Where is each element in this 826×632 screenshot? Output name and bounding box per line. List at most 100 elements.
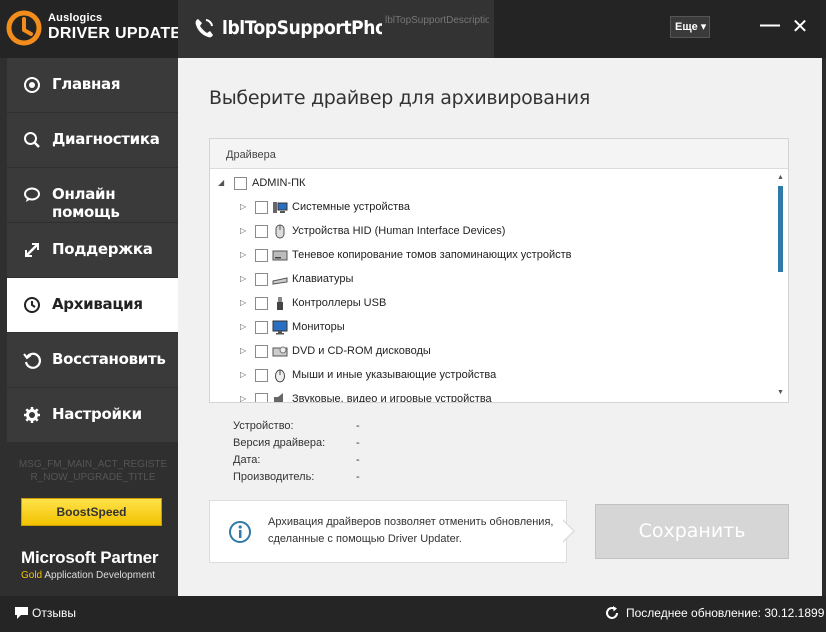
tree-row[interactable]: ▷ Теневое копирование томов запоминающих… xyxy=(210,244,770,268)
tree-row[interactable]: ▷ Контроллеры USB xyxy=(210,292,770,316)
support-phone-label: lblTopSupportPhor xyxy=(222,17,382,39)
feedback-link[interactable]: Отзывы xyxy=(32,606,76,620)
tree-row[interactable]: ▷ Клавиатуры xyxy=(210,268,770,292)
tree-row-label: DVD и CD-ROM дисководы xyxy=(292,345,431,357)
expand-arrow-icon[interactable]: ▷ xyxy=(240,298,250,308)
search-icon xyxy=(24,132,40,148)
chat-icon xyxy=(24,187,40,202)
monitor-icon xyxy=(272,320,288,335)
title-bar: Auslogics DRIVER UPDATER lblTopSupportPh… xyxy=(0,0,826,58)
tree-checkbox[interactable] xyxy=(255,345,268,358)
tree-row-label: ADMIN-ПК xyxy=(252,177,306,189)
boostspeed-button[interactable]: BoostSpeed xyxy=(21,498,162,526)
partner-sub: Application Development xyxy=(42,570,155,581)
sidebar-item-restore[interactable]: Восстановить xyxy=(7,333,178,387)
usb-icon xyxy=(277,297,283,310)
tree-row-label: Устройства HID (Human Interface Devices) xyxy=(292,225,506,237)
tree-checkbox[interactable] xyxy=(255,297,268,310)
brand-company: Auslogics xyxy=(48,12,103,24)
tree-row[interactable]: ▷ DVD и CD-ROM дисководы xyxy=(210,340,770,364)
info-icon xyxy=(229,521,251,543)
sidebar-item-label: Восстановить xyxy=(52,350,166,368)
expand-arrow-icon[interactable]: ▷ xyxy=(240,394,250,402)
tree-header: Драйвера xyxy=(210,139,788,169)
mouse-icon xyxy=(275,369,285,383)
save-button[interactable]: Сохранить xyxy=(595,504,789,559)
status-bar: Отзывы Последнее обновление: 30.12.1899 xyxy=(0,596,826,632)
sidebar-item-label: Поддержка xyxy=(52,240,153,258)
upgrade-note: MSG_FM_MAIN_ACT_REGISTER_NOW_UPGRADE_TIT… xyxy=(18,459,168,483)
expand-arrow-icon[interactable]: ▷ xyxy=(240,202,250,212)
tree-checkbox[interactable] xyxy=(255,321,268,334)
sidebar-item-diagnostics[interactable]: Диагностика xyxy=(7,113,178,167)
scroll-down-icon[interactable]: ▼ xyxy=(777,389,784,396)
prop-value: - xyxy=(356,471,360,483)
expand-arrow-icon[interactable]: ▷ xyxy=(240,250,250,260)
sidebar-item-home[interactable]: Главная xyxy=(7,58,178,112)
more-menu-button[interactable]: Еще ▾ xyxy=(670,16,710,38)
tree-row[interactable]: ▷ Мониторы xyxy=(210,316,770,340)
tree-checkbox[interactable] xyxy=(255,393,268,402)
driver-tree-panel: Драйвера ◢ ADMIN-ПК ▷ Системные устройст… xyxy=(209,138,789,403)
hid-icon xyxy=(275,224,285,239)
auslogics-logo-icon xyxy=(6,10,42,46)
expand-arrow-icon[interactable]: ▷ xyxy=(240,370,250,380)
sidebar-item-label: Диагностика xyxy=(52,130,160,148)
tree-checkbox[interactable] xyxy=(255,369,268,382)
tree-row[interactable]: ▷ Системные устройства xyxy=(210,196,770,220)
support-phone-description: lblTopSupportDescription xyxy=(385,15,489,26)
close-button[interactable]: ✕ xyxy=(788,14,812,40)
tree-row-root[interactable]: ◢ ADMIN-ПК xyxy=(210,172,770,196)
prop-key: Производитель: xyxy=(233,471,315,483)
tree-checkbox[interactable] xyxy=(255,249,268,262)
storage-icon xyxy=(272,250,288,261)
microsoft-partner-badge: Microsoft Partner Gold Application Devel… xyxy=(21,548,159,581)
collapse-arrow-icon[interactable]: ◢ xyxy=(218,178,228,188)
feedback-icon[interactable] xyxy=(15,607,28,619)
prop-driver-version: Версия драйвера: - xyxy=(233,437,433,454)
clock-icon xyxy=(24,297,40,313)
tree-header-label: Драйвера xyxy=(226,149,276,161)
expand-arrow-icon[interactable]: ▷ xyxy=(240,226,250,236)
home-icon xyxy=(24,77,40,93)
scroll-thumb[interactable] xyxy=(778,186,783,272)
partner-title: Microsoft Partner xyxy=(21,548,159,567)
sidebar-item-settings[interactable]: Настройки xyxy=(7,388,178,442)
sidebar-item-backup[interactable]: Архивация xyxy=(7,278,178,332)
main-content: Выберите драйвер для архивирования Драйв… xyxy=(178,58,822,596)
expand-arrow-icon[interactable]: ▷ xyxy=(240,346,250,356)
expand-arrow-icon[interactable]: ▷ xyxy=(240,274,250,284)
support-phone-panel[interactable]: lblTopSupportPhor lblTopSupportDescripti… xyxy=(178,0,494,58)
tree-row[interactable]: ▷ Устройства HID (Human Interface Device… xyxy=(210,220,770,244)
prop-value: - xyxy=(356,454,360,466)
prop-key: Дата: xyxy=(233,454,261,466)
tree-row[interactable]: ▷ Мыши и иные указывающие устройства xyxy=(210,364,770,388)
tree-row-label: Теневое копирование томов запоминающих у… xyxy=(292,249,572,261)
tree-row-label: Мыши и иные указывающие устройства xyxy=(292,369,497,381)
sidebar-item-label: Настройки xyxy=(52,405,142,423)
tree-checkbox[interactable] xyxy=(255,201,268,214)
info-box: Архивация драйверов позволяет отменить о… xyxy=(209,500,567,563)
prop-manufacturer: Производитель: - xyxy=(233,471,433,488)
info-text: Архивация драйверов позволяет отменить о… xyxy=(268,516,554,545)
tree-scrollbar[interactable]: ▲ ▼ xyxy=(774,170,788,402)
tree-checkbox[interactable] xyxy=(234,177,247,190)
driver-tree[interactable]: ◢ ADMIN-ПК ▷ Системные устройства ▷ Устр… xyxy=(210,170,774,402)
tree-checkbox[interactable] xyxy=(255,273,268,286)
sidebar-item-support[interactable]: Поддержка xyxy=(7,223,178,277)
tree-row[interactable]: ▷ Звуковые, видео и игровые устройства xyxy=(210,388,770,402)
scroll-up-icon[interactable]: ▲ xyxy=(777,174,784,181)
prop-date: Дата: - xyxy=(233,454,433,471)
sidebar-item-label: Главная xyxy=(52,75,121,93)
sidebar-item-online-help[interactable]: Онлайн помощь xyxy=(7,168,178,222)
tree-checkbox[interactable] xyxy=(255,225,268,238)
restore-icon xyxy=(23,352,41,369)
minimize-button[interactable]: — xyxy=(758,14,782,40)
expand-arrow-icon[interactable]: ▷ xyxy=(240,322,250,332)
prop-key: Версия драйвера: xyxy=(233,437,326,449)
brand-product: DRIVER UPDATER xyxy=(48,25,194,42)
info-box-pointer-inner xyxy=(562,520,573,542)
dvd-icon xyxy=(272,346,288,357)
tree-row-label: Звуковые, видео и игровые устройства xyxy=(292,393,492,402)
tree-row-label: Мониторы xyxy=(292,321,345,333)
